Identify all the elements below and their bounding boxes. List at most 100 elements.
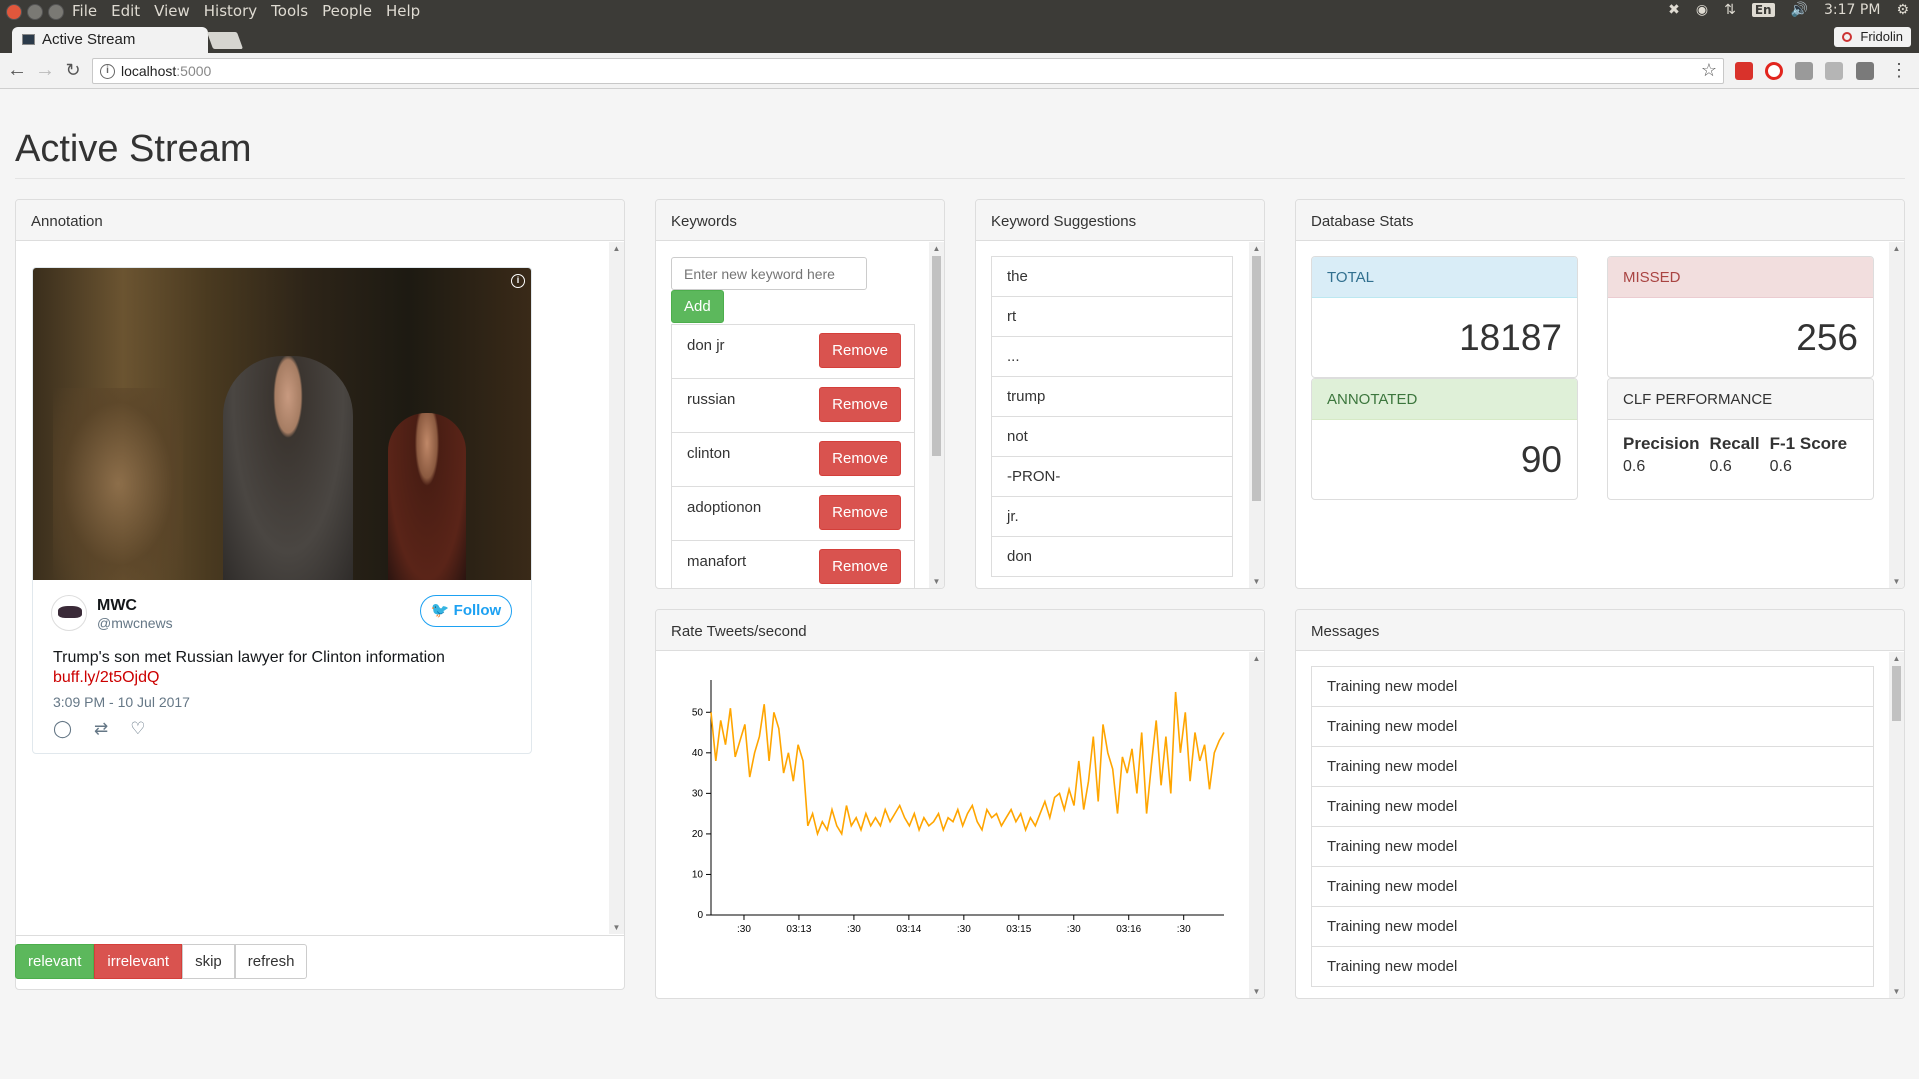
follow-button[interactable]: 🐦 Follow (420, 595, 512, 627)
keywords-panel: Keywords Add don jr Remove russian Remov… (655, 199, 945, 589)
tweet-link[interactable]: buff.ly/2t5OjdQ (53, 669, 159, 687)
refresh-button[interactable]: refresh (234, 944, 308, 979)
chrome-icon[interactable]: ◉ (1696, 2, 1708, 18)
scroll-down-arrow-icon[interactable]: ▼ (1249, 987, 1264, 996)
suggestions-body: the rt ... trump not -PRON- jr. don ▲ ▼ (976, 242, 1264, 588)
retweet-icon[interactable]: ⇄ (94, 719, 108, 739)
menu-edit[interactable]: Edit (111, 2, 140, 20)
chrome-menu-icon[interactable]: ⋮ (1888, 59, 1910, 81)
scroll-up-arrow-icon[interactable]: ▲ (1889, 244, 1904, 253)
extension-dropbox-icon[interactable] (1825, 62, 1843, 80)
tweet-photo[interactable]: i (33, 268, 531, 580)
dropbox-icon[interactable]: ✖ (1668, 2, 1680, 18)
scroll-down-arrow-icon[interactable]: ▼ (1889, 987, 1904, 996)
irrelevant-button[interactable]: irrelevant (94, 944, 183, 979)
tweet-author-handle[interactable]: @mwcnews (97, 615, 173, 631)
tab-active-stream[interactable]: Active Stream (12, 27, 208, 53)
scroll-down-arrow-icon[interactable]: ▼ (1249, 577, 1264, 586)
rate-series-line (710, 691, 1225, 837)
y-tick-label: 30 (692, 788, 704, 799)
remove-keyword-button[interactable]: Remove (819, 495, 901, 530)
menu-history[interactable]: History (204, 2, 257, 20)
scroll-thumb[interactable] (1252, 256, 1261, 501)
volume-icon[interactable]: 🔊 (1791, 2, 1808, 18)
clf-performance-card: CLF PERFORMANCE Precision 0.6 Recall 0.6… (1607, 378, 1874, 500)
profile-button[interactable]: Fridolin (1834, 27, 1911, 47)
suggestion-item[interactable]: trump (991, 376, 1233, 417)
remove-keyword-button[interactable]: Remove (819, 387, 901, 422)
extension-opera-icon[interactable] (1765, 62, 1783, 80)
rate-scrollbar[interactable]: ▲ ▼ (1249, 652, 1264, 998)
menu-people[interactable]: People (322, 2, 372, 20)
profile-icon (1842, 32, 1853, 42)
menu-help[interactable]: Help (386, 2, 420, 20)
window-maximize-button[interactable] (48, 4, 64, 20)
clock[interactable]: 3:17 PM (1824, 2, 1880, 18)
suggestion-item[interactable]: -PRON- (991, 456, 1233, 497)
tweet-author-name[interactable]: MWC (97, 597, 137, 615)
address-bar[interactable]: i localhost:5000 ☆ (92, 58, 1724, 84)
new-keyword-input[interactable] (671, 257, 867, 290)
suggestion-item[interactable]: ... (991, 336, 1233, 377)
scroll-up-arrow-icon[interactable]: ▲ (1249, 654, 1264, 663)
new-tab-button[interactable] (206, 32, 244, 49)
scroll-up-arrow-icon[interactable]: ▲ (1249, 244, 1264, 253)
add-keyword-button[interactable]: Add (671, 290, 724, 323)
scroll-down-arrow-icon[interactable]: ▼ (1889, 577, 1904, 586)
tab-title: Active Stream (42, 31, 136, 48)
system-tray: ✖ ◉ ⇅ En 🔊 3:17 PM ⚙ (1668, 2, 1909, 18)
tweet-author-avatar[interactable] (51, 595, 87, 631)
window-minimize-button[interactable] (27, 4, 43, 20)
messages-scrollbar[interactable]: ▲ ▼ (1889, 652, 1904, 998)
suggestion-item[interactable]: rt (991, 296, 1233, 337)
keyword-item: russian Remove (671, 378, 915, 433)
settings-gear-icon[interactable]: ⚙ (1896, 2, 1909, 18)
skip-button[interactable]: skip (182, 944, 235, 979)
tweet-timestamp[interactable]: 3:09 PM - 10 Jul 2017 (53, 694, 190, 710)
suggestions-scrollbar[interactable]: ▲ ▼ (1249, 242, 1264, 588)
browser-toolbar: ← → ↻ i localhost:5000 ☆ ⋮ (0, 53, 1919, 89)
extension-badge-icon[interactable] (1856, 62, 1874, 80)
menu-file[interactable]: File (72, 2, 97, 20)
stats-scrollbar[interactable]: ▲ ▼ (1889, 242, 1904, 588)
scroll-thumb[interactable] (1892, 666, 1901, 721)
remove-keyword-button[interactable]: Remove (819, 333, 901, 368)
menu-tools[interactable]: Tools (271, 2, 308, 20)
scroll-up-arrow-icon[interactable]: ▲ (929, 244, 944, 253)
suggestion-item[interactable]: not (991, 416, 1233, 457)
remove-keyword-button[interactable]: Remove (819, 441, 901, 476)
reload-icon[interactable]: ↻ (62, 59, 84, 81)
reply-icon[interactable]: ◯ (53, 719, 72, 739)
like-heart-icon[interactable]: ♡ (130, 719, 145, 739)
scroll-thumb[interactable] (932, 256, 941, 456)
keywords-scrollbar[interactable]: ▲ ▼ (929, 242, 944, 588)
extension-puzzle-icon[interactable] (1795, 62, 1813, 80)
scroll-down-arrow-icon[interactable]: ▼ (929, 577, 944, 586)
annotation-scrollbar[interactable]: ▲ ▼ (609, 242, 624, 934)
forward-arrow-icon[interactable]: → (34, 59, 56, 81)
total-label: TOTAL (1312, 257, 1577, 298)
messages-panel: Messages Training new model Training new… (1295, 609, 1905, 999)
keyboard-layout-indicator[interactable]: En (1751, 3, 1775, 17)
photo-info-icon[interactable]: i (511, 274, 525, 288)
bookmark-star-icon[interactable]: ☆ (1701, 60, 1717, 81)
suggestion-item[interactable]: the (991, 256, 1233, 297)
embedded-tweet[interactable]: i MWC @mwcnews 🐦 Follow Trump's son met … (32, 267, 532, 754)
remove-keyword-button[interactable]: Remove (819, 549, 901, 584)
network-icon[interactable]: ⇅ (1724, 2, 1736, 18)
scroll-up-arrow-icon[interactable]: ▲ (609, 244, 624, 253)
suggestion-item[interactable]: jr. (991, 496, 1233, 537)
precision-label: Precision (1623, 434, 1700, 453)
relevant-button[interactable]: relevant (15, 944, 95, 979)
scroll-down-arrow-icon[interactable]: ▼ (609, 923, 624, 932)
extension-lastpass-icon[interactable] (1735, 62, 1753, 80)
scroll-up-arrow-icon[interactable]: ▲ (1889, 654, 1904, 663)
site-info-icon[interactable]: i (100, 64, 115, 79)
back-arrow-icon[interactable]: ← (6, 59, 28, 81)
menu-view[interactable]: View (154, 2, 190, 20)
keyword-label: adoptionon (687, 499, 762, 516)
keyword-list: don jr Remove russian Remove clinton Rem… (671, 324, 915, 588)
suggestion-item[interactable]: don (991, 536, 1233, 577)
window-close-button[interactable] (6, 4, 22, 20)
message-item: Training new model (1311, 826, 1874, 867)
